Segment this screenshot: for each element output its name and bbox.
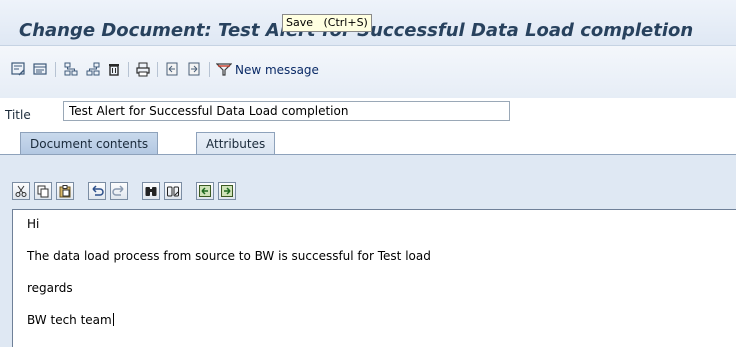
editor-line-last: BW tech team: [27, 313, 114, 327]
export-icon[interactable]: [218, 182, 236, 200]
editor-line: The data load process from source to BW …: [27, 249, 431, 263]
redo-icon[interactable]: [110, 182, 128, 200]
new-message-button[interactable]: New message: [215, 61, 319, 79]
tab-attributes[interactable]: Attributes: [196, 132, 276, 154]
hierarchy-icon[interactable]: [63, 61, 79, 77]
toolbar-separator: [128, 62, 129, 77]
new-message-label: New message: [235, 63, 319, 77]
prev-icon[interactable]: [164, 61, 180, 77]
tab-label: Document contents: [30, 136, 149, 151]
save-tooltip: Save (Ctrl+S): [282, 14, 372, 32]
undo-icon[interactable]: [88, 182, 106, 200]
structure-icon[interactable]: [85, 61, 101, 77]
toolbar-separator: [55, 62, 56, 77]
copy-icon[interactable]: [34, 182, 52, 200]
print-icon[interactable]: [135, 61, 151, 77]
tab-document-contents[interactable]: Document contents: [20, 132, 159, 154]
toolbar-separator: [157, 62, 158, 77]
document-icon[interactable]: [32, 61, 48, 77]
next-icon[interactable]: [186, 61, 202, 77]
display-change-icon[interactable]: [10, 61, 26, 77]
editor-line-text: BW tech team: [27, 313, 112, 327]
tab-label: Attributes: [206, 136, 266, 151]
title-input[interactable]: [63, 101, 510, 121]
editor-line: Hi: [27, 217, 40, 231]
paste-icon[interactable]: [56, 182, 74, 200]
text-cursor: [112, 313, 114, 326]
document-editor[interactable]: Hi The data load process from source to …: [12, 209, 736, 347]
editor-line: regards: [27, 281, 73, 295]
find-icon[interactable]: [142, 182, 160, 200]
new-message-icon: [215, 62, 233, 79]
find-next-icon[interactable]: [164, 182, 182, 200]
import-icon[interactable]: [196, 182, 214, 200]
toolbar-separator: [209, 62, 210, 77]
delete-icon[interactable]: [106, 61, 122, 77]
title-label: Title: [5, 108, 31, 122]
editor-toolbar: [12, 180, 236, 202]
cut-icon[interactable]: [12, 182, 30, 200]
